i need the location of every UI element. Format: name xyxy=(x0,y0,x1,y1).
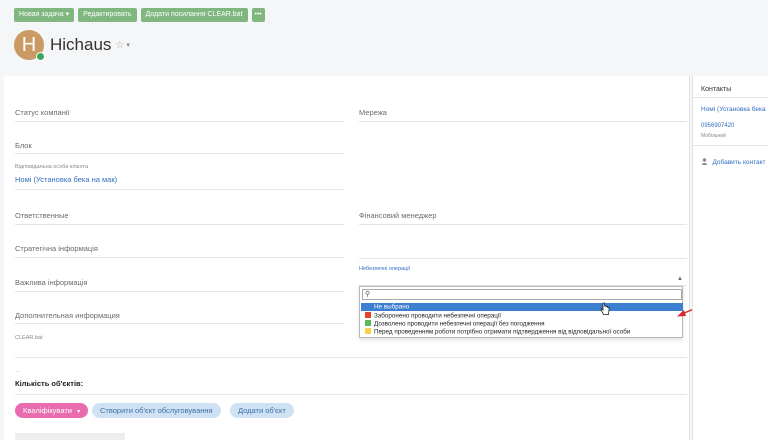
company-page: Новая задача ▾ Редактировать Додати поси… xyxy=(0,0,768,440)
add-contact-label: Добавить контакт xyxy=(712,159,766,166)
search-icon: ⚲ xyxy=(365,291,371,298)
dropdown-search-input[interactable]: ⚲ xyxy=(362,289,682,300)
network-field[interactable]: Мережа xyxy=(359,101,687,122)
add-object-button[interactable]: Додати об'єкт xyxy=(230,403,294,418)
user-icon xyxy=(701,158,708,165)
status-label: Статус компанії xyxy=(15,108,70,117)
qualify-label: Кваліфікувати xyxy=(23,406,72,415)
option-label: Перед проведенням роботи потрібно отрима… xyxy=(374,328,631,336)
page-title: Hichaus xyxy=(50,35,112,54)
block-field[interactable]: Блок xyxy=(15,134,344,154)
contacts-title: Контакты xyxy=(701,86,732,93)
green-square-icon xyxy=(365,320,371,326)
responsible-client-link[interactable]: Номі (Установка бека на мак) xyxy=(15,175,117,184)
hand-cursor-icon xyxy=(600,302,610,315)
avatar[interactable]: H xyxy=(14,30,45,61)
dropdown-option-confirmation[interactable]: Перед проведенням роботи потрібно отрима… xyxy=(361,328,683,336)
responsible-client-label: Відповідальна особа клієнта xyxy=(15,164,89,170)
finance-manager-field[interactable]: Фінансовий менеджер xyxy=(359,204,687,225)
responsible-label: Ответственные xyxy=(15,211,69,220)
additional-info-field[interactable]: Дополнительная информация xyxy=(15,304,344,324)
chevron-down-icon[interactable]: ▾ xyxy=(126,41,130,49)
important-info-field[interactable]: Важлива інформація xyxy=(15,271,344,292)
dangerous-operations-select[interactable]: Небезпечні операції ▲ xyxy=(359,265,687,286)
option-label: Дозволено проводити небезпечні операції … xyxy=(374,320,545,328)
qualify-button[interactable]: Кваліфікувати ▾ xyxy=(15,403,89,418)
divider xyxy=(693,145,768,146)
next-section-header xyxy=(15,433,125,440)
divider xyxy=(15,394,687,395)
red-square-icon xyxy=(365,312,371,318)
online-status-icon xyxy=(36,52,45,61)
create-service-object-button[interactable]: Створити об'єкт обслуговування xyxy=(92,403,221,418)
add-contact-button[interactable]: Добавить контакт xyxy=(701,151,766,169)
contact-name-link[interactable]: Номі (Установка бека xyxy=(701,106,766,113)
network-label: Мережа xyxy=(359,108,387,117)
dots-text: .. xyxy=(16,368,20,374)
important-info-label: Важлива інформація xyxy=(15,278,88,287)
block-label: Блок xyxy=(15,141,32,150)
responsible-client-field: Відповідальна особа клієнта Номі (Устано… xyxy=(15,162,344,190)
contact-phone-link[interactable]: 0956907420 xyxy=(701,123,734,129)
yellow-square-icon xyxy=(365,328,371,334)
star-icon[interactable]: ☆ xyxy=(115,40,124,51)
contacts-sidebar: Контакты Номі (Установка бека 0956907420… xyxy=(692,76,768,440)
finance-manager-label: Фінансовий менеджер xyxy=(359,211,437,220)
dropdown-option-forbidden[interactable]: Заборонено проводити небезпечні операції xyxy=(361,312,683,320)
company-details-card: Статус компанії Блок Відповідальна особа… xyxy=(4,76,690,440)
dangerous-operations-dropdown: ⚲ Не выбрано Заборонено проводити небезп… xyxy=(359,286,683,338)
contact-phone-type: Мобільний xyxy=(701,133,726,139)
divider xyxy=(693,97,768,98)
new-task-button[interactable]: Новая задача ▾ xyxy=(14,8,75,22)
responsible-field[interactable]: Ответственные xyxy=(15,204,344,225)
dropdown-option-none[interactable]: Не выбрано xyxy=(361,303,683,311)
clearbat-label: CLEAR.bat xyxy=(15,335,43,341)
toolbar: Новая задача ▾ Редактировать Додати поси… xyxy=(14,8,265,22)
status-field[interactable]: Статус компанії xyxy=(15,101,344,122)
dangerous-operations-label: Небезпечні операції xyxy=(359,266,411,272)
avatar-letter: H xyxy=(21,34,37,56)
option-spacer xyxy=(365,303,371,309)
edit-button[interactable]: Редактировать xyxy=(78,8,137,22)
add-clearbat-link-button[interactable]: Додати посилання CLEAR.bat xyxy=(140,8,248,22)
company-header: H Hichaus ☆ ▾ xyxy=(14,30,130,61)
dropdown-option-allowed[interactable]: Дозволено проводити небезпечні операції … xyxy=(361,320,683,328)
more-actions-button[interactable]: ••• xyxy=(251,8,265,22)
chevron-up-icon[interactable]: ▲ xyxy=(677,276,683,282)
strategic-info-label: Стратегічна інформація xyxy=(15,244,98,253)
option-label: Заборонено проводити небезпечні операції xyxy=(374,312,501,320)
option-label: Не выбрано xyxy=(374,303,410,311)
objects-count-label: Кількість об'єктів: xyxy=(15,379,84,388)
strategic-info-field[interactable]: Стратегічна інформація xyxy=(15,238,344,258)
divider xyxy=(359,258,687,259)
chevron-down-icon: ▾ xyxy=(77,409,81,415)
additional-info-label: Дополнительная информация xyxy=(15,311,120,320)
